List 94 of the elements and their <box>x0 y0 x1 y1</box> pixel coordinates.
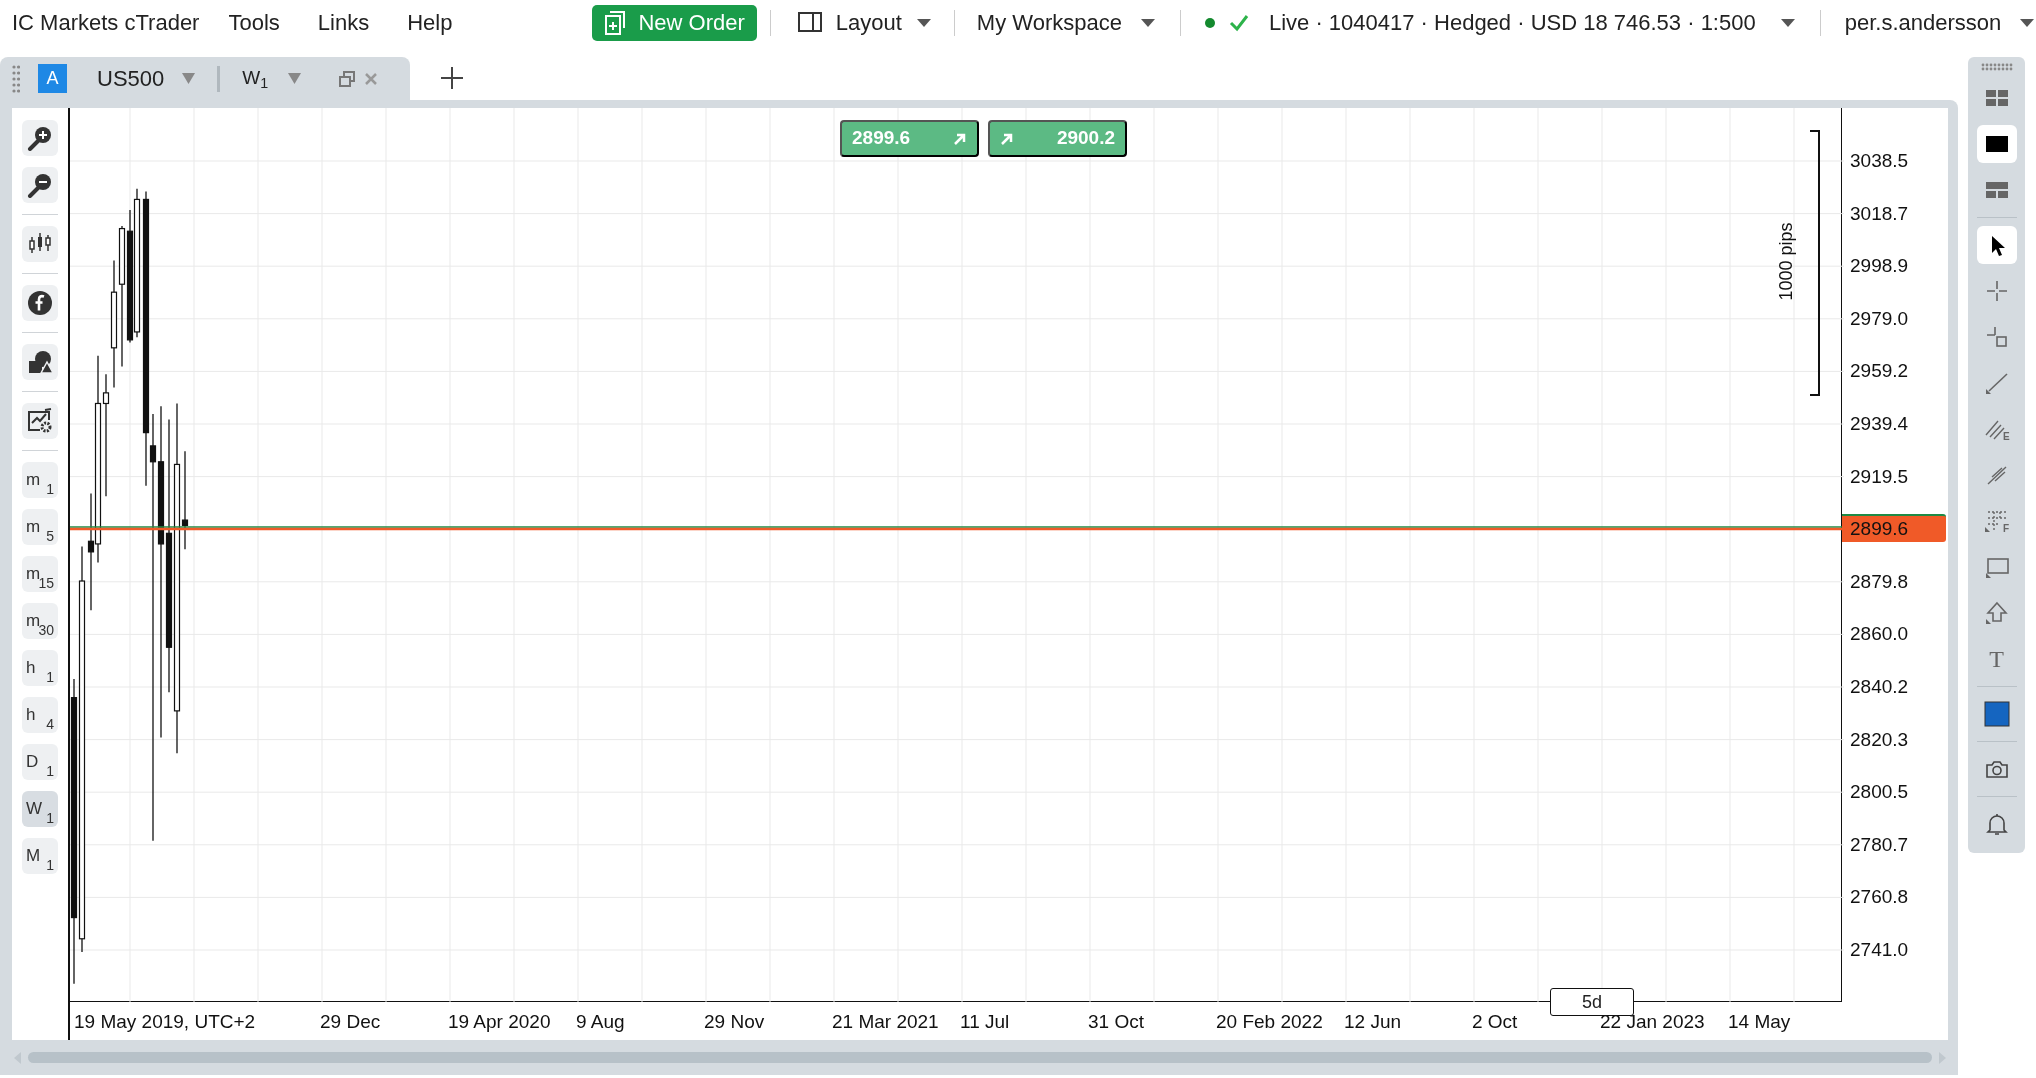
timeframe-button[interactable]: m$_{5}$ <box>22 509 58 545</box>
drawing-tool-button[interactable]: T <box>1976 640 2017 678</box>
date-label: 19 May 2019, UTC+2 <box>74 1010 256 1034</box>
price-label: 2860.0 <box>1850 623 1909 646</box>
drawing-objects-button[interactable] <box>22 344 58 380</box>
arrow-icon <box>953 131 967 146</box>
bell-icon <box>1985 812 2008 836</box>
menu-item[interactable]: Links <box>317 6 370 39</box>
timeframe-button[interactable]: h$_{4}$ <box>22 697 58 733</box>
grid-layout-icon <box>1984 88 2009 108</box>
drag-handle-icon <box>12 63 20 94</box>
symbol-badge: A <box>38 64 67 93</box>
caret-icon <box>288 72 302 85</box>
detach-icon[interactable] <box>339 70 356 87</box>
price-label: 2800.5 <box>1850 781 1909 804</box>
camera-icon <box>1984 759 2009 779</box>
chart-tab[interactable]: A US500 W$_{1}$ <box>0 57 410 100</box>
drawing-tool-button[interactable]: E <box>1976 410 2017 448</box>
price-label: 2760.8 <box>1850 886 1909 909</box>
price-label: 3038.5 <box>1850 150 1909 172</box>
single-layout-icon <box>1984 134 2009 154</box>
period-marker[interactable]: 5d <box>1550 988 1634 1016</box>
price-label: 2780.7 <box>1850 833 1909 856</box>
zoom-in-icon <box>27 125 53 151</box>
function-icon <box>27 290 53 316</box>
timeframe-button[interactable]: M$_{1}$ <box>22 838 58 874</box>
zoom-in-button[interactable] <box>22 120 58 156</box>
timeframe-button[interactable]: D$_{1}$ <box>22 744 58 780</box>
add-tab-icon[interactable] <box>440 66 464 90</box>
chart-type-button[interactable] <box>22 226 58 262</box>
price-label: 2879.8 <box>1850 570 1909 593</box>
symbol-selector[interactable]: US500 <box>97 62 196 95</box>
price-label: 2959.2 <box>1850 360 1909 383</box>
price-label: 2741.0 <box>1850 939 1909 961</box>
workspace-dropdown[interactable]: My Workspace <box>976 6 1156 39</box>
account-dropdown[interactable]: Live · 1040417 · Hedged · USD 18 746.53 · 1:500 <box>1268 6 1796 39</box>
crosshair-icon <box>1984 279 2009 303</box>
menu-item[interactable]: Help <box>407 6 453 39</box>
crosshair-box-icon <box>1984 325 2009 349</box>
drawing-tool-button[interactable]: F <box>1976 502 2017 540</box>
timeframe-button[interactable]: m$_{15}$ <box>22 556 58 592</box>
price-label: 3018.7 <box>1850 202 1909 225</box>
check-icon <box>1228 13 1249 32</box>
price-label: 2840.2 <box>1850 676 1909 698</box>
layout-dropdown[interactable]: Layout <box>797 6 932 39</box>
price-label: 2919.5 <box>1850 465 1909 488</box>
timeframe-button[interactable]: m$_{30}$ <box>22 603 58 639</box>
split-layout-icon <box>1984 180 2009 200</box>
user-dropdown[interactable]: per.s.andersson <box>1844 6 2036 39</box>
layout-view-button[interactable] <box>1976 125 2017 163</box>
timeframe-selector[interactable]: W$_{1}$ <box>242 64 302 93</box>
price-label: 2979.0 <box>1850 307 1909 330</box>
chart-settings-icon <box>27 408 53 434</box>
menu-item[interactable]: Tools <box>228 6 280 39</box>
drag-handle-icon <box>1979 63 2014 71</box>
new-order-icon <box>604 10 627 35</box>
app-title: IC Markets cTrader <box>12 9 200 37</box>
caret-icon <box>2019 17 2036 28</box>
chart-settings-button[interactable] <box>22 403 58 439</box>
zoom-out-button[interactable] <box>22 167 58 203</box>
indicators-button[interactable] <box>22 285 58 321</box>
arrow-icon <box>1000 131 1014 146</box>
date-label: 2 Oct <box>1472 1010 1518 1034</box>
zoom-out-icon <box>27 172 53 198</box>
rectangle-icon <box>1984 555 2009 579</box>
date-label: 20 Feb 2022 <box>1216 1010 1323 1034</box>
current-price-tag: 2899.6 <box>1842 514 1946 543</box>
layout-icon <box>797 11 822 34</box>
timeframe-button[interactable]: h$_{1}$ <box>22 650 58 686</box>
price-label: 2998.9 <box>1850 255 1909 278</box>
caret-icon <box>1779 17 1796 28</box>
drawing-tool-button[interactable] <box>1976 226 2017 264</box>
date-label: 21 Mar 2021 <box>832 1010 939 1034</box>
caret-icon <box>182 72 196 85</box>
new-order-button[interactable]: New Order <box>592 4 757 41</box>
date-label: 29 Nov <box>704 1010 765 1034</box>
arrow-up-icon <box>1984 601 2009 625</box>
date-label: 11 Jul <box>960 1010 1010 1034</box>
price-label: 2939.4 <box>1850 413 1909 435</box>
caret-icon <box>1139 17 1156 28</box>
scrollbar-thumb[interactable] <box>28 1052 1932 1063</box>
ruler-label: 1000 pips <box>1774 222 1797 301</box>
date-label: 12 Jun <box>1344 1010 1402 1034</box>
date-label: 29 Dec <box>320 1010 381 1034</box>
date-label: 31 Oct <box>1088 1010 1144 1034</box>
shapes-icon <box>27 349 53 375</box>
price-label: 2820.3 <box>1850 728 1909 751</box>
timeframe-button[interactable]: W$_{1}$ <box>22 791 58 827</box>
caret-icon <box>915 17 932 28</box>
date-label: 14 May <box>1728 1010 1791 1034</box>
line-icon <box>1984 371 2009 395</box>
timeframe-button[interactable]: m$_{1}$ <box>22 462 58 498</box>
date-label: 19 Apr 2020 <box>448 1010 551 1034</box>
date-label: 9 Aug <box>576 1010 625 1034</box>
